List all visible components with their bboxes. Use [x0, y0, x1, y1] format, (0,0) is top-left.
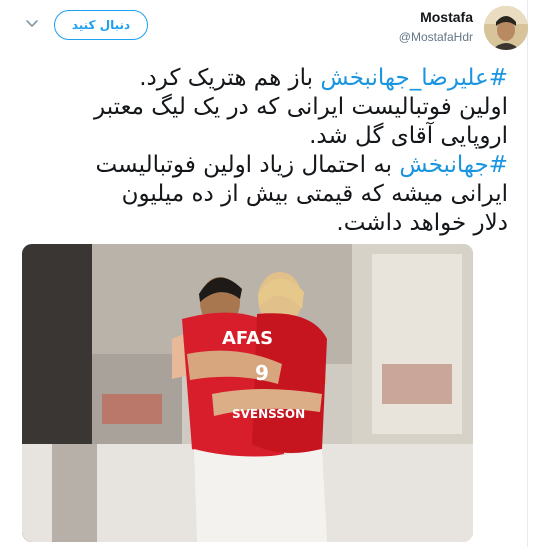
tweet-photo[interactable]: AFAS 9 SVENSSON [22, 244, 473, 542]
tweet-line-3: اروپایی آقای گل شد. [309, 123, 508, 149]
front-jersey-number: 9 [255, 361, 269, 385]
tweet-text-segment: به احتمال زیاد اولین فوتبالیست [95, 152, 400, 178]
hashtag-link[interactable]: #علیرضا_جهانبخش [320, 65, 508, 91]
user-handle[interactable]: @MostafaHdr [399, 30, 473, 44]
football-celebration-image: AFAS 9 SVENSSON [22, 244, 473, 542]
tweet-line-1: #علیرضا_جهانبخش باز هم هتریک کرد. [22, 64, 508, 93]
front-jersey-sponsor: AFAS [222, 328, 273, 349]
card-border [527, 0, 528, 547]
tweet-line-2: اولین فوتبالیست ایرانی که در یک لیگ معتب… [94, 94, 508, 120]
tweet-line-4: #جهانبخش به احتمال زیاد اولین فوتبالیست [22, 151, 508, 180]
display-name[interactable]: Mostafa [420, 9, 473, 25]
avatar[interactable] [484, 6, 528, 50]
hashtag-link[interactable]: #جهانبخش [399, 152, 508, 178]
back-player-name: SVENSSON [232, 407, 305, 421]
avatar-image [484, 6, 528, 50]
tweet-text: #علیرضا_جهانبخش باز هم هتریک کرد. اولین … [22, 64, 508, 238]
follow-button[interactable]: دنبال کنید [54, 10, 148, 40]
follow-button-label: دنبال کنید [71, 18, 131, 32]
tweet-line-6: دلار خواهد داشت. [336, 210, 508, 236]
tweet-line-5: ایرانی میشه که قیمتی بیش از ده میلیون [121, 181, 508, 207]
chevron-down-icon[interactable] [24, 15, 40, 31]
tweet-text-segment: باز هم هتریک کرد. [139, 65, 321, 91]
